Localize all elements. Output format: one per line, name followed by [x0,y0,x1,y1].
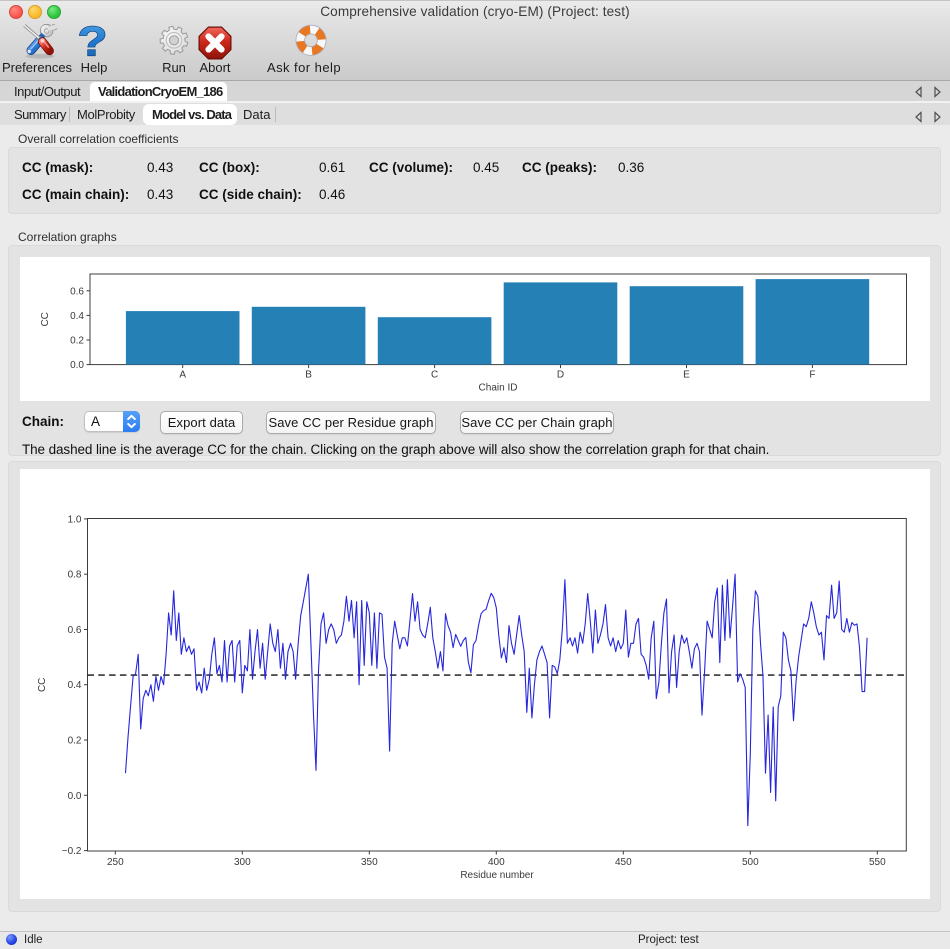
svg-text:0.6: 0.6 [68,625,82,636]
svg-text:CC: CC [40,312,51,326]
svg-text:550: 550 [869,857,886,868]
svg-text:350: 350 [361,857,378,868]
svg-text:0.6: 0.6 [70,286,84,297]
svg-text:0.4: 0.4 [68,680,82,691]
svg-text:F: F [809,370,815,381]
svg-text:E: E [683,370,690,381]
svg-text:400: 400 [488,857,505,868]
svg-text:0.0: 0.0 [70,360,84,371]
svg-text:0.8: 0.8 [68,570,82,581]
svg-text:1.0: 1.0 [68,514,82,525]
svg-text:0.4: 0.4 [70,311,84,322]
svg-text:300: 300 [234,857,251,868]
svg-text:0.2: 0.2 [70,336,84,347]
svg-text:D: D [557,370,564,381]
svg-text:CC: CC [37,678,48,692]
svg-text:B: B [305,370,312,381]
svg-text:250: 250 [107,857,124,868]
svg-text:A: A [179,370,186,381]
svg-text:0.0: 0.0 [68,791,82,802]
svg-text:500: 500 [742,857,759,868]
svg-text:0.2: 0.2 [68,736,82,747]
svg-text:Residue number: Residue number [460,870,534,881]
svg-text:450: 450 [615,857,632,868]
svg-text:C: C [431,370,438,381]
svg-text:−0.2: −0.2 [62,846,82,857]
svg-text:?: ? [77,24,107,64]
svg-text:Chain ID: Chain ID [479,383,518,394]
